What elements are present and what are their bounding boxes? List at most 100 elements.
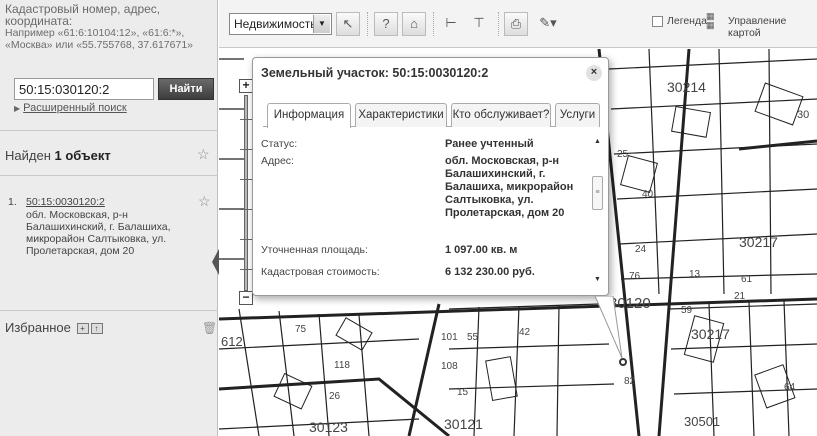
advanced-search-link[interactable]: ▶ Расширенный поиск [14, 102, 127, 114]
map-label: 61 [741, 274, 753, 285]
info-value: 6 132 230.00 руб. [445, 266, 535, 278]
favorites: Избранное + ↑ [5, 320, 103, 335]
map-manage-label[interactable]: Управление картой [728, 15, 817, 39]
map-label: 42 [519, 327, 531, 338]
find-button[interactable]: Найти [158, 78, 214, 100]
info-cursor-icon[interactable]: ↖ [336, 12, 360, 36]
legend-checkbox[interactable] [652, 16, 663, 27]
map-label: 612 [221, 334, 243, 349]
result-number: 1. [8, 196, 17, 208]
found-count-value: 1 объект [54, 148, 111, 163]
legend-label: Легенда [667, 15, 707, 27]
favorites-label: Избранное [5, 320, 71, 335]
info-key: Адрес: [261, 155, 294, 167]
search-hint-title: Кадастровый номер, адрес, координата: [5, 2, 161, 28]
trash-icon[interactable]: 🗑 [202, 321, 217, 335]
close-icon[interactable]: × [586, 65, 602, 81]
found-prefix: Найден [5, 148, 55, 163]
zoom-tick [240, 209, 252, 210]
map-label: 24 [635, 244, 647, 255]
zoom-control: + − [239, 79, 253, 307]
map-label: 15 [457, 387, 469, 398]
chevron-down-icon: ▼ [313, 15, 330, 33]
divider [0, 310, 218, 311]
info-value: Ранее учтенный [445, 138, 534, 150]
info-table: Статус: Ранее учтенный Адрес: обл. Моско… [261, 134, 589, 284]
scroll-thumb[interactable]: ≡ [592, 176, 603, 210]
tab-services[interactable]: Услуги [555, 103, 600, 127]
star-icon[interactable]: ☆ [197, 146, 210, 163]
export-icon[interactable]: ↑ [90, 323, 103, 335]
info-key: Уточненная площадь: [261, 244, 368, 256]
search-hint-example: Например «61:6:10104:12», «61:6:*», «Мос… [5, 27, 194, 51]
info-value: обл. Московская, р-н Балашихинский, г. Б… [445, 155, 574, 219]
map-label: 30214 [667, 79, 706, 95]
search-row: Найти [14, 78, 214, 100]
divider [367, 12, 368, 36]
popup-title: Земельный участок: 50:15:0030120:2 [261, 66, 489, 80]
sidebar: Кадастровый номер, адрес, координата: На… [0, 0, 220, 436]
print-icon[interactable]: ⎙ [504, 12, 528, 36]
divider [498, 12, 499, 36]
tab-info[interactable]: Информация [267, 103, 351, 128]
zoom-in-button[interactable]: + [239, 79, 253, 93]
zoom-out-button[interactable]: − [239, 291, 253, 305]
result-link[interactable]: 50:15:0030120:2 [26, 196, 105, 208]
map-label: 25 [617, 149, 629, 160]
map-label: 30217 [691, 326, 730, 342]
map-label: 13 [689, 269, 701, 280]
map-label: 26 [329, 391, 341, 402]
layer-select[interactable]: Недвижимость ▼ [229, 13, 332, 35]
building-icon[interactable]: ⌂ [402, 12, 426, 36]
map-label: 59 [681, 305, 693, 316]
map-label: 82 [624, 376, 636, 387]
popup-tabs: Информация Характеристики Кто обслуживае… [263, 103, 600, 128]
map-label: 76 [629, 271, 641, 282]
map-label: 118 [334, 360, 350, 371]
location-marker-icon[interactable] [619, 358, 627, 366]
map-label: 30123 [309, 419, 348, 435]
area-icon[interactable]: ⊤ [467, 12, 491, 36]
info-value: 1 097.00 кв. м [445, 244, 518, 256]
map-label: 64 [784, 382, 796, 393]
map-label: 75 [295, 324, 307, 335]
tab-who-serves[interactable]: Кто обслуживает? [451, 103, 551, 127]
zoom-tick [240, 119, 252, 120]
found-count: Найден 1 объект [5, 148, 111, 163]
map-label: 40 [642, 189, 654, 200]
zoom-tick [240, 269, 252, 270]
search-input[interactable] [14, 78, 154, 100]
tab-characteristics[interactable]: Характеристики [355, 103, 447, 127]
popup-scrollbar[interactable]: ▲ ≡ ▼ [591, 136, 604, 286]
map-label: 30217 [739, 234, 778, 250]
result-star-icon[interactable]: ☆ [198, 193, 211, 210]
divider [0, 130, 218, 131]
tools-icon[interactable]: ✎▾ [532, 12, 564, 36]
scroll-up-icon[interactable]: ▲ [591, 136, 604, 148]
zoom-tick [240, 179, 252, 180]
zoom-tick [240, 239, 252, 240]
popup-pointer [595, 296, 623, 359]
layer-select-value: Недвижимость [234, 17, 317, 31]
identify-icon[interactable]: ? [374, 12, 398, 36]
map-label: 101 [441, 332, 458, 343]
measure-icon[interactable]: ⊢ [439, 12, 463, 36]
grid-icon[interactable]: ▦ ▦ [706, 12, 724, 32]
divider [433, 12, 434, 36]
map-label: 30121 [444, 416, 483, 432]
map-label: 55 [467, 332, 479, 343]
map-label: 108 [441, 361, 458, 372]
info-key: Кадастровая стоимость: [261, 266, 380, 278]
advanced-search-label: Расширенный поиск [23, 102, 127, 114]
map-label: 21 [734, 291, 746, 302]
map-toolbar: Недвижимость ▼ ↖ ? ⌂ ⊢ ⊤ ⎙ ✎▾ Легенда ▦ ▦… [219, 0, 817, 48]
map-label: 30501 [684, 414, 721, 429]
zoom-slider[interactable] [244, 95, 248, 291]
parcel-info-popup: Земельный участок: 50:15:0030120:2 × Инф… [252, 57, 609, 296]
triangle-right-icon: ▶ [14, 104, 21, 113]
zoom-tick [240, 149, 252, 150]
info-key: Статус: [261, 138, 298, 150]
divider [0, 175, 218, 176]
scroll-down-icon[interactable]: ▼ [591, 274, 604, 286]
import-icon[interactable]: + [76, 323, 89, 335]
